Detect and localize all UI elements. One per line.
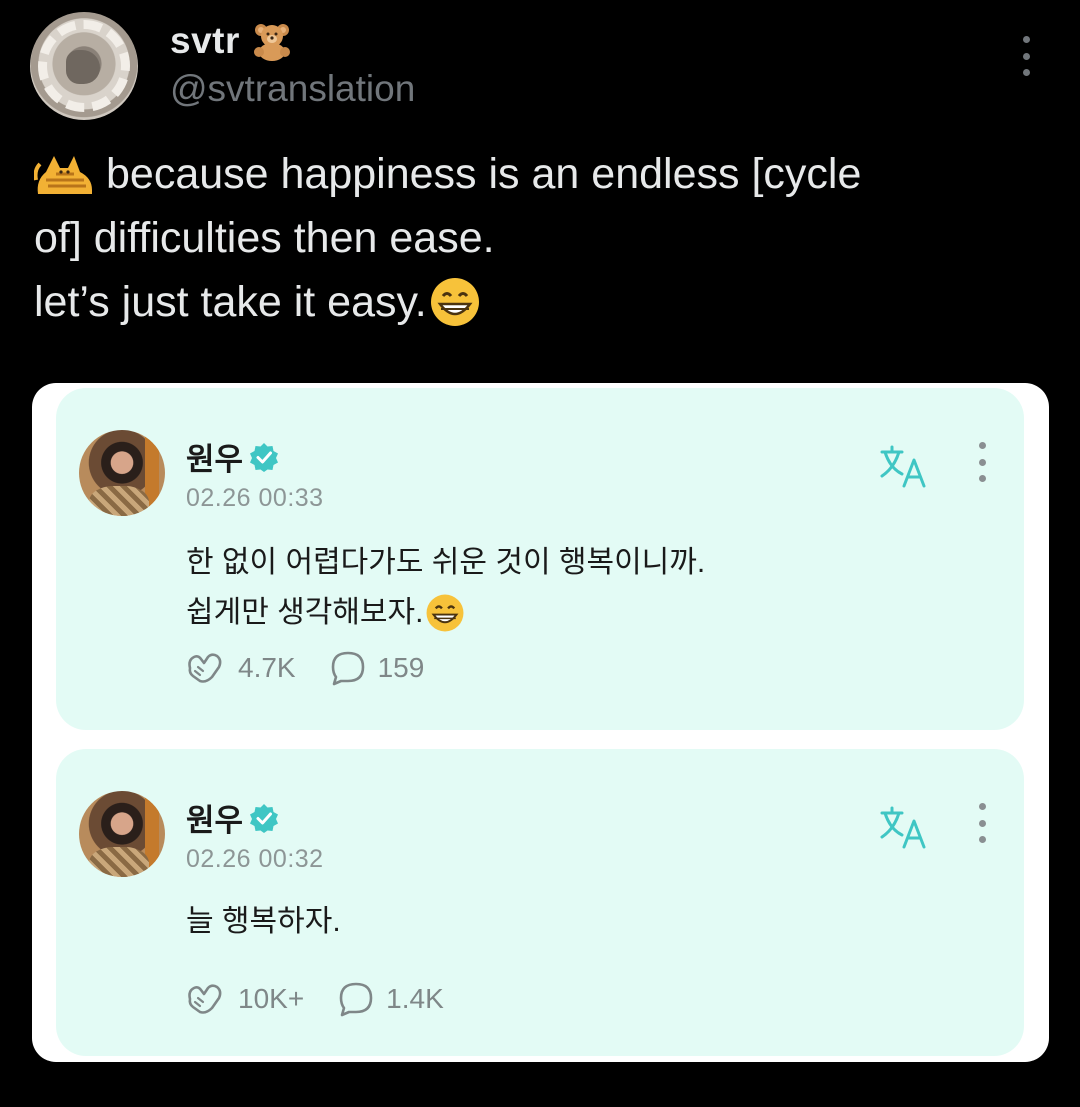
tweet-text-line-3: let’s just take it easy.	[34, 270, 1044, 334]
post-author-name-text: 원우	[186, 442, 244, 477]
translate-icon[interactable]	[878, 805, 930, 849]
cat-emoji-icon	[34, 156, 92, 194]
verified-badge-icon	[250, 803, 279, 833]
post-stats: 4.7K 159	[184, 650, 458, 686]
more-options-icon[interactable]	[1016, 36, 1036, 76]
weverse-post-card[interactable]: 원우 02.26 00:33 한 없이 어렵다가도 쉬운 것이 행복이니까. 쉽…	[56, 388, 1024, 730]
heart-hands-icon	[188, 653, 222, 683]
comment-bubble-icon	[331, 651, 364, 686]
grinning-face-icon	[427, 594, 464, 632]
post-author-avatar[interactable]	[79, 430, 165, 516]
post-more-options-icon[interactable]	[974, 803, 990, 843]
avatar-figure	[66, 50, 100, 84]
author-handle[interactable]: @svtranslation	[170, 68, 415, 110]
translate-icon[interactable]	[878, 444, 930, 488]
post-stats: 10K+ 1.4K	[184, 981, 478, 1017]
post-body-line-text: 한 없이 어렵다가도 쉬운 것이 행복이니까.	[186, 546, 706, 579]
tweet-text-line-3-content: let’s just take it easy.	[34, 278, 427, 326]
verified-badge-icon	[250, 442, 279, 472]
post-body-line-text: 쉽게만 생각해보자.	[186, 596, 424, 629]
grinning-face-icon	[430, 278, 479, 326]
post-body: 늘 행복하자.	[186, 897, 341, 947]
tweet-text-line-1-content: because happiness is an endless [cycle	[106, 150, 862, 198]
comment-count: 159	[377, 652, 425, 683]
post-timestamp: 02.26 00:32	[186, 845, 324, 873]
tweet-text-line-1: because happiness is an endless [cycle	[34, 142, 1044, 206]
post-body: 한 없이 어렵다가도 쉬운 것이 행복이니까. 쉽게만 생각해보자.	[186, 538, 705, 638]
post-more-options-icon[interactable]	[974, 442, 990, 482]
post-body-line: 늘 행복하자.	[186, 897, 341, 947]
post-author-name[interactable]: 원우	[186, 434, 279, 479]
like-stat[interactable]: 4.7K	[184, 650, 296, 686]
author-display-name[interactable]: svtr	[170, 20, 292, 62]
comment-stat[interactable]: 1.4K	[338, 981, 444, 1017]
avatar[interactable]	[30, 12, 138, 120]
post-body-line: 쉽게만 생각해보자.	[186, 588, 705, 638]
like-stat[interactable]: 10K+	[184, 981, 304, 1017]
avatar-coat	[89, 847, 149, 877]
post-body-line: 한 없이 어렵다가도 쉬운 것이 행복이니까.	[186, 538, 705, 588]
post-body-line-text: 늘 행복하자.	[186, 905, 341, 938]
tweet-text-line-2: of] difficulties then ease.	[34, 206, 1044, 270]
weverse-post-card[interactable]: 원우 02.26 00:32 늘 행복하자. 10K+ 1.4K	[56, 749, 1024, 1056]
author-name-text: svtr	[170, 20, 240, 61]
like-count: 10K+	[238, 983, 305, 1014]
post-author-name[interactable]: 원우	[186, 795, 279, 840]
comment-bubble-icon	[339, 982, 373, 1017]
comment-count: 1.4K	[386, 983, 444, 1014]
tweet-text-line-2-content: of] difficulties then ease.	[34, 214, 495, 262]
heart-hands-icon	[188, 984, 222, 1014]
like-count: 4.7K	[238, 652, 296, 683]
avatar-coat	[89, 486, 149, 516]
comment-stat[interactable]: 159	[330, 650, 425, 686]
post-timestamp: 02.26 00:33	[186, 484, 324, 512]
teddy-bear-icon	[253, 24, 290, 61]
post-author-name-text: 원우	[186, 803, 244, 838]
tweet-text: because happiness is an endless [cycle o…	[34, 142, 1044, 334]
embedded-screenshot[interactable]: 원우 02.26 00:33 한 없이 어렵다가도 쉬운 것이 행복이니까. 쉽…	[32, 383, 1049, 1062]
tweet-detail-screen: svtr @svtranslation because happiness is…	[0, 0, 1080, 1107]
post-author-avatar[interactable]	[79, 791, 165, 877]
